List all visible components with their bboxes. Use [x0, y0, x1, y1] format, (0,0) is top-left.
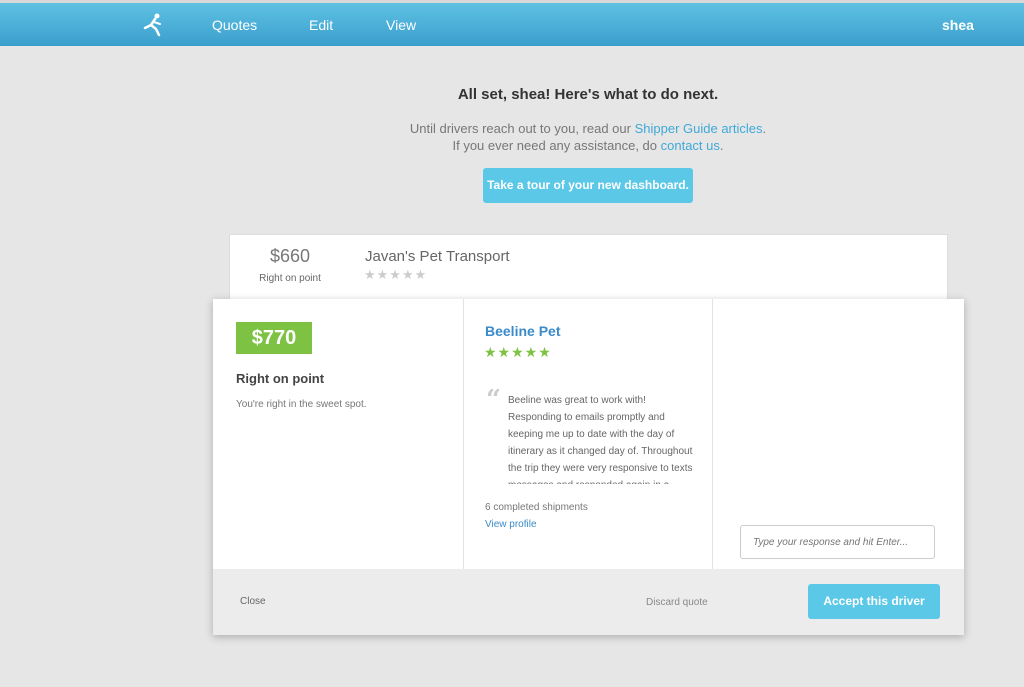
column-divider [463, 299, 464, 569]
intro-line-1: Until drivers reach out to you, read our… [0, 120, 1024, 137]
quote-driver-name: Javan's Pet Transport [365, 248, 510, 265]
driver-name-link[interactable]: Beeline Pet [485, 323, 560, 339]
driver-star-rating: ★★★★★ [484, 344, 552, 360]
intro-line-1-text: Until drivers reach out to you, read our [409, 121, 635, 136]
driver-review-text: Beeline was great to work with! Respondi… [508, 395, 693, 484]
shipper-guide-link[interactable]: Shipper Guide articles [635, 121, 763, 136]
page-heading: All set, shea! Here's what to do next. [457, 86, 719, 103]
top-navbar: Quotes Edit View shea [0, 0, 1024, 46]
intro-text: Until drivers reach out to you, read our… [0, 120, 1024, 154]
view-profile-link[interactable]: View profile [485, 519, 537, 530]
quote-price: $660 [269, 246, 311, 266]
column-divider [712, 299, 713, 569]
price-rating-label: Right on point [236, 371, 325, 386]
contact-us-link[interactable]: contact us [661, 138, 720, 153]
quote-row[interactable]: $660 Right on point Javan's Pet Transpor… [229, 234, 948, 300]
quote-rating-label: Right on point [259, 273, 321, 284]
quote-detail-card: $770 Right on point You're right in the … [213, 299, 964, 635]
intro-line-2: If you ever need any assistance, do cont… [0, 137, 1024, 154]
nav-edit[interactable]: Edit [309, 17, 333, 33]
intro-line-2-end: . [719, 138, 724, 153]
accept-driver-button[interactable]: Accept this driver [808, 584, 940, 619]
discard-quote-button[interactable]: Discard quote [646, 597, 708, 608]
close-button[interactable]: Close [240, 596, 266, 607]
nav-view[interactable]: View [386, 17, 416, 33]
price-badge: $770 [236, 322, 312, 354]
intro-line-2-text: If you ever need any assistance, do [452, 138, 661, 153]
price-rating-description: You're right in the sweet spot. [236, 399, 367, 410]
runner-logo-icon[interactable] [140, 11, 166, 37]
user-menu[interactable]: shea [942, 17, 974, 33]
quote-mark-icon: “ [486, 385, 501, 415]
response-input[interactable] [740, 525, 935, 559]
tour-dashboard-button[interactable]: Take a tour of your new dashboard. [483, 168, 693, 203]
card-footer: Close Discard quote Accept this driver [213, 569, 964, 635]
intro-line-1-end: . [762, 121, 767, 136]
completed-shipments: 6 completed shipments [485, 502, 588, 513]
nav-quotes[interactable]: Quotes [212, 17, 257, 33]
quote-star-rating: ★★★★★ [364, 267, 428, 282]
